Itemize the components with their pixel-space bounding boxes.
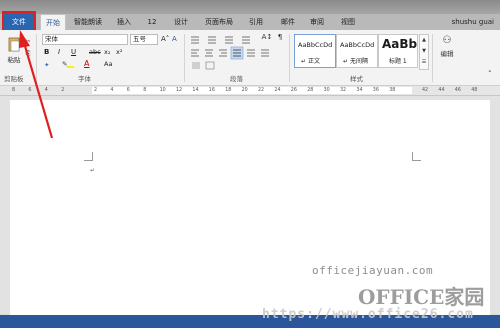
watermark-brand: OFFICE家园 [358,285,485,309]
watermark-site: officejiayuan.com [312,264,434,277]
watermark-url: https://www.office26.com [262,307,474,322]
annotation-arrow [19,30,54,139]
word-window: 文件 开始 智能朗读 插入 12 设计 页面布局 引用 邮件 审阅 视图 shu… [0,0,500,328]
